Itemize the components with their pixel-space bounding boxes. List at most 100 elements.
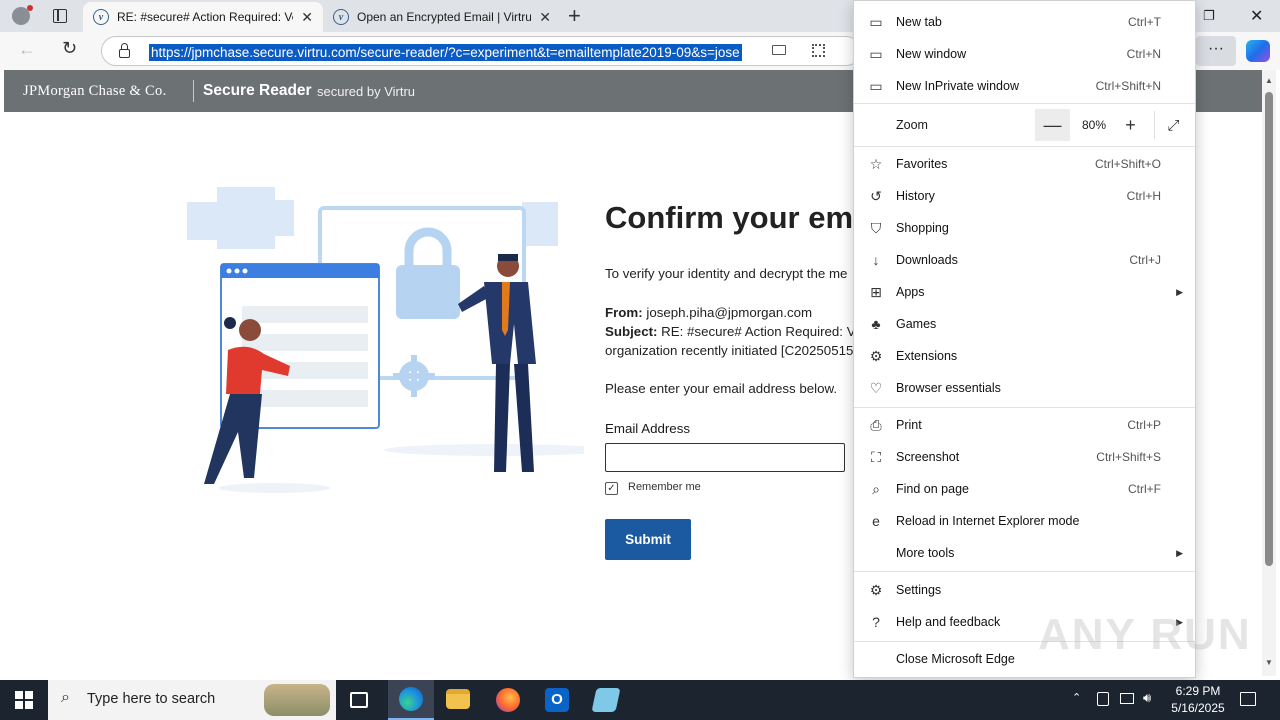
menu-item-label: Reload in Internet Explorer mode bbox=[896, 514, 1080, 528]
tab-secure-reader[interactable]: v RE: #secure# Action Required: Ve ✕ bbox=[83, 2, 323, 32]
menu-item-browser-essentials[interactable]: ♡ Browser essentials bbox=[854, 372, 1195, 404]
clock-time: 6:29 PM bbox=[1175, 684, 1221, 698]
lock-icon[interactable] bbox=[119, 49, 130, 58]
puzzle-shape-right bbox=[522, 202, 558, 246]
games-icon: ♣ bbox=[871, 316, 881, 332]
edge-taskbar-button[interactable] bbox=[388, 680, 434, 720]
scroll-thumb[interactable] bbox=[1265, 92, 1273, 566]
secured-by-virtru: secured by Virtru bbox=[317, 84, 416, 99]
file-explorer-icon[interactable] bbox=[446, 689, 470, 709]
jpmorgan-logo: JPMorgan Chase & Co. bbox=[23, 83, 167, 99]
menu-item-shortcut: Ctrl+Shift+S bbox=[1096, 450, 1161, 464]
fullscreen-icon[interactable]: ⤢ bbox=[1156, 109, 1191, 141]
menu-item-new-window[interactable]: ▭ New window Ctrl+N bbox=[854, 38, 1195, 70]
menu-item-new-tab[interactable]: ▭ New tab Ctrl+T bbox=[854, 6, 1195, 38]
notifications-icon[interactable] bbox=[1240, 692, 1256, 706]
menu-item-print[interactable]: ⎙ Print Ctrl+P bbox=[854, 409, 1195, 441]
zoom-out-button[interactable]: — bbox=[1035, 109, 1070, 141]
menu-item-label: Settings bbox=[896, 583, 942, 597]
close-tab-icon[interactable]: ✕ bbox=[539, 9, 551, 26]
zoom-value: 80% bbox=[1081, 118, 1107, 132]
menu-item-label: History bbox=[896, 189, 935, 203]
header-divider bbox=[193, 80, 194, 102]
subject-line: Subject: RE: #secure# Action Required: V… bbox=[605, 324, 862, 339]
volume-icon[interactable]: 🔊︎ bbox=[1143, 690, 1151, 706]
subject-line-continued: organization recently initiated [C202505… bbox=[605, 343, 854, 358]
search-highlight-icon bbox=[264, 684, 330, 716]
clock-date: 5/16/2025 bbox=[1171, 701, 1225, 715]
address-bar[interactable]: https://jpmchase.secure.virtru.com/secur… bbox=[101, 36, 861, 66]
menu-item-label: Screenshot bbox=[896, 450, 960, 464]
page-scrollbar[interactable]: ▲ ▼ bbox=[1262, 70, 1276, 676]
menu-item-screenshot[interactable]: ⛶ Screenshot Ctrl+Shift+S bbox=[854, 441, 1195, 473]
secure-reader-title: Secure Reader bbox=[203, 82, 312, 99]
copilot-icon[interactable] bbox=[1246, 40, 1270, 62]
ie-icon: e bbox=[872, 513, 880, 529]
menu-item-history[interactable]: ↺ History Ctrl+H bbox=[854, 180, 1195, 212]
read-aloud-icon[interactable] bbox=[772, 45, 786, 55]
menu-item-shortcut: Ctrl+Shift+N bbox=[1095, 79, 1161, 93]
verification-illustration bbox=[187, 187, 584, 493]
menu-item-shopping[interactable]: ⛉ Shopping bbox=[854, 212, 1195, 244]
network-icon[interactable] bbox=[1120, 693, 1134, 704]
new-tab-button[interactable]: + bbox=[568, 3, 581, 29]
system-clock[interactable]: 6:29 PM 5/16/2025 bbox=[1162, 683, 1234, 717]
task-view-icon[interactable] bbox=[350, 692, 368, 708]
tab-actions-icon[interactable] bbox=[53, 9, 67, 23]
menu-item-games[interactable]: ♣ Games bbox=[854, 308, 1195, 340]
tag-icon: ⛉ bbox=[870, 219, 882, 236]
tab-open-encrypted[interactable]: v Open an Encrypted Email | Virtru ✕ bbox=[323, 2, 561, 32]
menu-item-label: Downloads bbox=[896, 253, 958, 267]
lock-shackle bbox=[121, 43, 128, 50]
scroll-down-icon[interactable]: ▼ bbox=[1265, 658, 1273, 667]
restore-window-icon[interactable]: ❐ bbox=[1203, 8, 1215, 24]
refresh-icon[interactable]: ↻ bbox=[62, 38, 77, 59]
firefox-icon[interactable] bbox=[496, 688, 520, 712]
scroll-up-icon[interactable]: ▲ bbox=[1265, 76, 1273, 85]
apps-icon: ⊞ bbox=[870, 283, 882, 300]
menu-item-label: Favorites bbox=[896, 157, 948, 171]
submit-button[interactable]: Submit bbox=[605, 519, 691, 560]
from-line: From: joseph.piha@jpmorgan.com bbox=[605, 305, 812, 320]
windows-start-icon[interactable] bbox=[15, 691, 33, 709]
url-text[interactable]: https://jpmchase.secure.virtru.com/secur… bbox=[149, 44, 742, 61]
menu-item-more-tools[interactable]: More tools ▶ bbox=[854, 537, 1195, 569]
menu-item-reload-in-internet-explorer-mode[interactable]: e Reload in Internet Explorer mode bbox=[854, 505, 1195, 537]
menu-item-settings[interactable]: ⚙ Settings bbox=[854, 574, 1195, 606]
download-icon: ↓ bbox=[872, 252, 880, 268]
menu-item-new-inprivate-window[interactable]: ▭ New InPrivate window Ctrl+Shift+N bbox=[854, 70, 1195, 102]
verify-instructions: To verify your identity and decrypt the … bbox=[605, 266, 848, 281]
menu-item-extensions[interactable]: ⚙ Extensions bbox=[854, 340, 1195, 372]
star-icon: ☆ bbox=[869, 155, 883, 172]
close-tab-icon[interactable]: ✕ bbox=[301, 9, 313, 26]
help-icon: ? bbox=[872, 614, 880, 630]
usb-icon[interactable] bbox=[1097, 692, 1109, 706]
taskbar-search-box[interactable]: ⌕ Type here to search bbox=[48, 680, 336, 720]
qr-code-icon[interactable] bbox=[812, 44, 825, 57]
menu-item-find-on-page[interactable]: ⌕ Find on page Ctrl+F bbox=[854, 473, 1195, 505]
menu-item-apps[interactable]: ⊞ Apps ▶ bbox=[854, 276, 1195, 308]
email-input[interactable] bbox=[605, 443, 845, 472]
edge-settings-menu: ▭ New tab Ctrl+T ▭ New window Ctrl+N ▭ New InPr… bbox=[853, 0, 1196, 678]
more-menu-button[interactable]: ··· bbox=[1196, 36, 1236, 66]
notepad-icon[interactable] bbox=[591, 688, 621, 712]
menu-item-downloads[interactable]: ↓ Downloads Ctrl+J bbox=[854, 244, 1195, 276]
virtru-favicon-icon: v bbox=[93, 9, 109, 25]
menu-item-shortcut: Ctrl+T bbox=[1128, 15, 1161, 29]
close-window-icon[interactable]: ✕ bbox=[1250, 6, 1263, 26]
search-placeholder: Type here to search bbox=[87, 691, 216, 707]
remember-me-checkbox[interactable]: ✓ bbox=[605, 482, 618, 495]
heart-pulse-icon: ♡ bbox=[869, 379, 883, 396]
tray-chevron-icon[interactable]: ⌃ bbox=[1072, 691, 1081, 704]
email-label: Email Address bbox=[605, 421, 690, 436]
menu-item-shortcut: Ctrl+J bbox=[1129, 253, 1161, 267]
zoom-label: Zoom bbox=[896, 118, 928, 132]
menu-item-favorites[interactable]: ☆ Favorites Ctrl+Shift+O bbox=[854, 148, 1195, 180]
zoom-in-button[interactable]: + bbox=[1113, 109, 1148, 141]
menu-item-label: More tools bbox=[896, 546, 955, 560]
outlook-icon[interactable]: O bbox=[545, 688, 569, 712]
tab-title: Open an Encrypted Email | Virtru bbox=[357, 10, 532, 24]
back-icon[interactable]: ← bbox=[18, 39, 36, 60]
history-icon: ↺ bbox=[870, 187, 882, 204]
submenu-arrow-icon: ▶ bbox=[1176, 547, 1183, 558]
